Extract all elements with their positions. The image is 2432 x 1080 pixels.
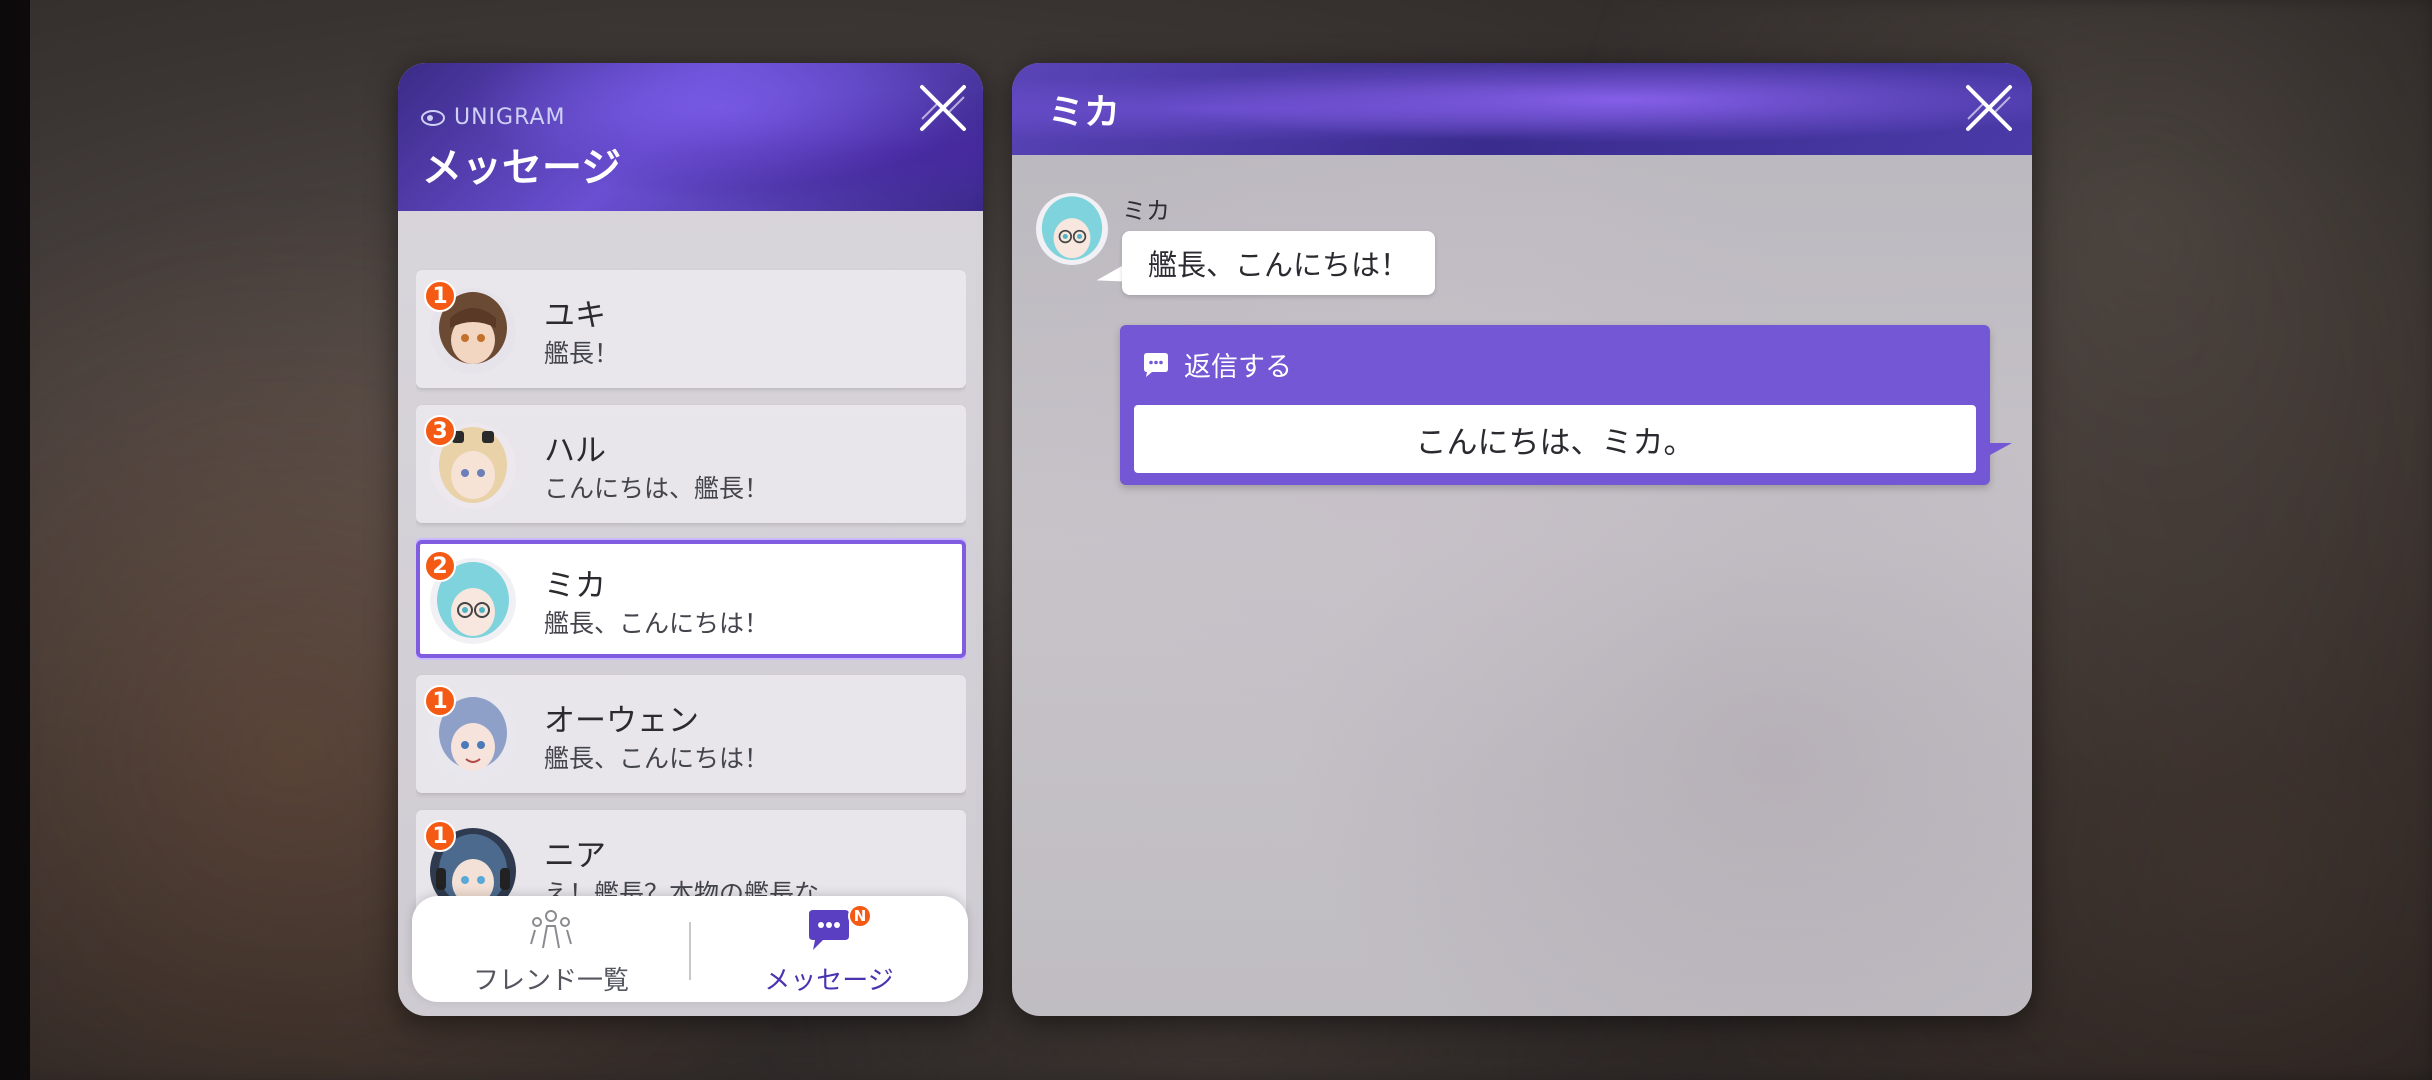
messages-title: メッセージ [422,145,622,191]
nav-messages-tab[interactable]: N メッセージ [690,896,968,1002]
brand-text: UNIGRAM [454,105,566,130]
unread-badge: 1 [424,820,456,852]
chat-reply-icon [1144,352,1168,377]
conversation-name: ハル [544,433,606,469]
chat-header: ミカ [1012,63,2032,155]
conversation-name: ユキ [544,298,606,334]
chat-title: ミカ [1048,92,1121,133]
conversation-preview: 艦長、こんにちは！ [544,609,770,638]
conversation-item-haru[interactable]: 3 ハル こんにちは、艦長！ [416,405,966,523]
conversation-preview: こんにちは、艦長！ [544,474,770,503]
unread-badge: 1 [424,280,456,312]
messages-header: UNIGRAM メッセージ [398,63,983,211]
conversation-name: ニア [544,838,606,874]
close-messages-button[interactable] [916,81,970,135]
new-badge: N [848,904,872,928]
conversation-preview: 艦長、こんにちは！ [544,744,770,773]
nav-friends-tab[interactable]: フレンド一覧 [412,896,690,1002]
friends-icon [530,910,572,949]
mika-chat-avatar [1036,193,1108,265]
reply-header-label: 返信する [1184,352,1292,383]
unigram-brand: UNIGRAM [420,105,566,130]
unigram-logo-icon [421,109,445,126]
chat-panel: ミカ ミカ 艦長、こんにちは！ 返信する こんにちは、ミカ。 [1012,63,2032,1016]
conversation-item-owen[interactable]: 1 オーウェン 艦長、こんにちは！ [416,675,966,793]
nav-messages-label: メッセージ [764,966,894,996]
conversation-preview: 艦長！ [544,339,620,368]
close-icon [920,85,966,131]
bottom-nav: フレンド一覧 N メッセージ [412,896,968,1002]
unread-badge: 3 [424,415,456,447]
conversation-list[interactable]: 1 ユキ 艦長！ 3 ハル こんにちは、艦長！ 2 ミカ 艦長、こんにちは！ 1… [416,205,966,955]
incoming-message-bubble: 艦長、こんにちは！ [1122,231,1436,295]
messages-panel: UNIGRAM メッセージ 1 ユキ 艦長！ 3 ハル こんにちは、艦長！ 2 … [398,63,983,1016]
reply-bubble-tail [1990,443,2012,455]
unread-badge: 1 [424,685,456,717]
close-icon [1966,85,2012,131]
nav-friends-label: フレンド一覧 [472,966,629,996]
screen-edge [0,0,30,1080]
close-chat-button[interactable] [1962,81,2016,135]
message-bubble-icon [809,910,849,950]
reply-option-button[interactable]: こんにちは、ミカ。 [1134,405,1976,473]
reply-header: 返信する [1142,345,1292,384]
unread-badge: 2 [424,550,456,582]
message-sender: ミカ [1122,197,1170,225]
conversation-name: ミカ [544,568,606,604]
conversation-item-yuki[interactable]: 1 ユキ 艦長！ [416,270,966,388]
reply-panel: 返信する こんにちは、ミカ。 [1120,325,1990,485]
conversation-item-mika[interactable]: 2 ミカ 艦長、こんにちは！ [416,540,966,658]
conversation-name: オーウェン [544,703,699,739]
